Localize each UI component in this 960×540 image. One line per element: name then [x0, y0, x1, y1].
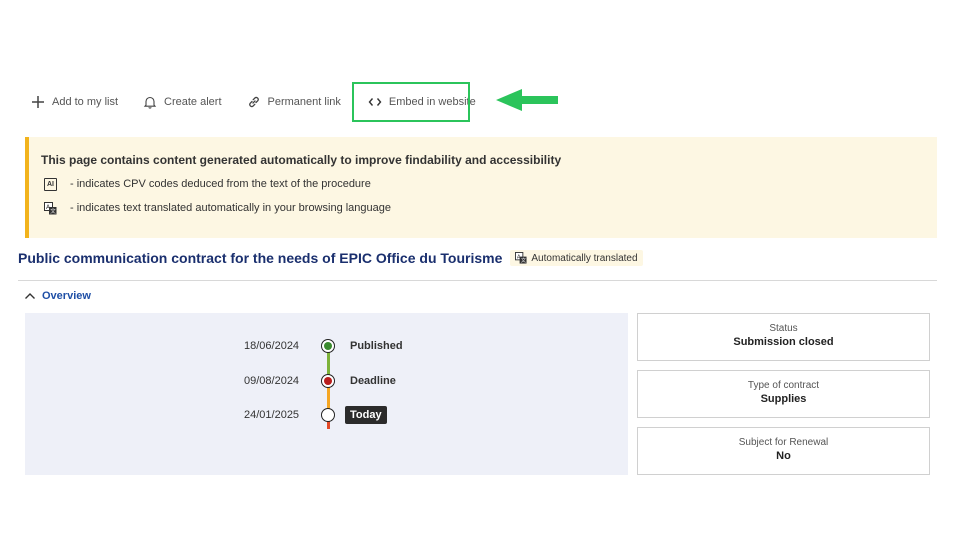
timeline-row-published: 18/06/2024 Published [25, 338, 628, 356]
bell-icon [142, 94, 158, 110]
contract-type-card: Type of contract Supplies [637, 370, 930, 418]
card-label: Subject for Renewal [738, 437, 829, 448]
chevron-up-icon [25, 293, 35, 299]
permanent-link-button[interactable]: Permanent link [246, 94, 341, 110]
permanent-link-label: Permanent link [267, 96, 341, 108]
add-to-list-label: Add to my list [52, 96, 119, 108]
timeline-panel: 18/06/2024 Published 09/08/2024 Deadline… [25, 313, 628, 475]
plus-icon [30, 94, 46, 110]
notice-row-translate-text: - indicates text translated automaticall… [70, 202, 392, 214]
notice-row-ai: AI - indicates CPV codes deduced from th… [41, 176, 937, 192]
timeline-dot-deadline [321, 374, 335, 388]
notice-row-translate: A文 - indicates text translated automatic… [41, 200, 937, 216]
highlight-arrow-icon [496, 89, 558, 111]
notice-row-ai-text: - indicates CPV codes deduced from the t… [70, 178, 371, 190]
translate-icon: A文 [44, 201, 57, 215]
card-value: Supplies [760, 393, 807, 405]
notice-title: This page contains content generated aut… [41, 153, 562, 167]
timeline-dot-published [321, 339, 335, 353]
add-to-list-button[interactable]: Add to my list [30, 94, 118, 110]
divider [18, 280, 937, 281]
page-title: Public communication contract for the ne… [18, 250, 503, 266]
svg-text:文: 文 [50, 207, 56, 215]
card-label: Type of contract [747, 380, 820, 391]
timeline-label: Deadline [350, 375, 396, 387]
card-value: Submission closed [733, 336, 834, 348]
today-badge: Today [345, 406, 387, 424]
timeline-dot-today [321, 408, 335, 422]
timeline-date: 09/08/2024 [244, 375, 300, 387]
ai-badge-icon: AI [44, 177, 57, 191]
renewal-card: Subject for Renewal No [637, 427, 930, 475]
timeline-date: 18/06/2024 [244, 340, 300, 352]
create-alert-label: Create alert [164, 96, 222, 108]
svg-text:文: 文 [521, 257, 526, 264]
timeline-date: 24/01/2025 [244, 409, 300, 421]
create-alert-button[interactable]: Create alert [142, 94, 222, 110]
auto-translated-tag: A文 Automatically translated [510, 250, 643, 266]
status-card: Status Submission closed [637, 313, 930, 361]
overview-label: Overview [42, 290, 91, 302]
title-row: Public communication contract for the ne… [18, 250, 643, 266]
overview-toggle[interactable]: Overview [24, 290, 91, 302]
timeline-label: Published [350, 340, 403, 352]
card-label: Status [769, 323, 798, 334]
link-icon [246, 94, 262, 110]
translate-icon: A文 [515, 252, 527, 264]
timeline-row-deadline: 09/08/2024 Deadline [25, 373, 628, 391]
timeline-row-today: 24/01/2025 Today [25, 406, 628, 425]
auto-content-notice: This page contains content generated aut… [25, 137, 937, 238]
embed-highlight-box [352, 82, 470, 122]
card-value: No [776, 450, 791, 462]
auto-translated-label: Automatically translated [531, 252, 638, 264]
